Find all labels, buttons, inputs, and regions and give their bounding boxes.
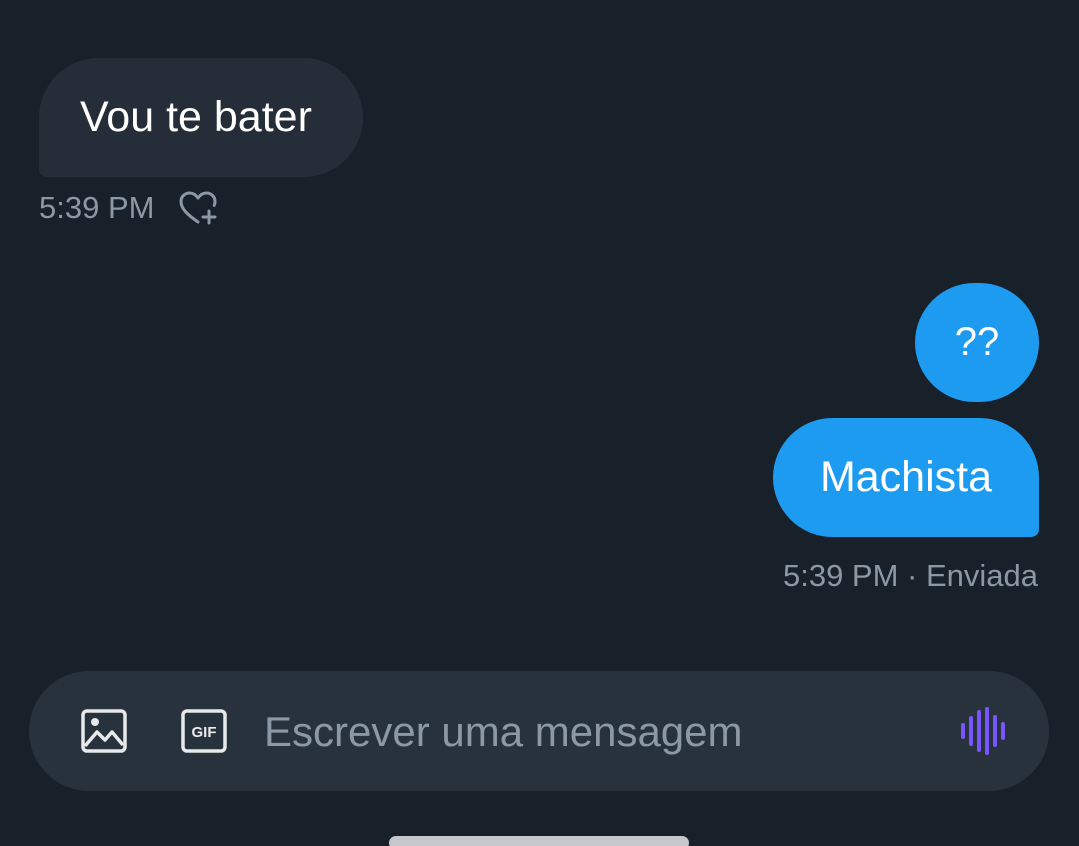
voice-waveform-icon[interactable] <box>959 707 1009 755</box>
message-composer: GIF <box>29 671 1049 791</box>
dm-conversation-screen: Vou te bater 5:39 PM ?? Machista 5:39 PM… <box>0 0 1079 846</box>
gif-label: GIF <box>192 724 217 741</box>
message-timestamp: 5:39 PM <box>39 190 155 225</box>
message-input[interactable] <box>264 697 914 767</box>
image-icon[interactable] <box>80 708 128 754</box>
sent-message-bubble[interactable]: Machista <box>773 418 1039 537</box>
message-text: Machista <box>819 453 993 501</box>
heart-plus-icon[interactable] <box>178 190 218 226</box>
received-message-bubble[interactable]: Vou te bater <box>39 58 363 177</box>
message-text: ?? <box>954 320 1000 364</box>
sent-message-status: 5:39 PM · Enviada <box>782 558 1038 593</box>
received-message-meta: 5:39 PM <box>39 190 218 226</box>
message-text: Vou te bater <box>80 93 312 141</box>
gif-icon[interactable]: GIF <box>180 708 228 754</box>
sent-message-bubble[interactable]: ?? <box>915 283 1039 402</box>
home-indicator[interactable] <box>389 836 689 846</box>
